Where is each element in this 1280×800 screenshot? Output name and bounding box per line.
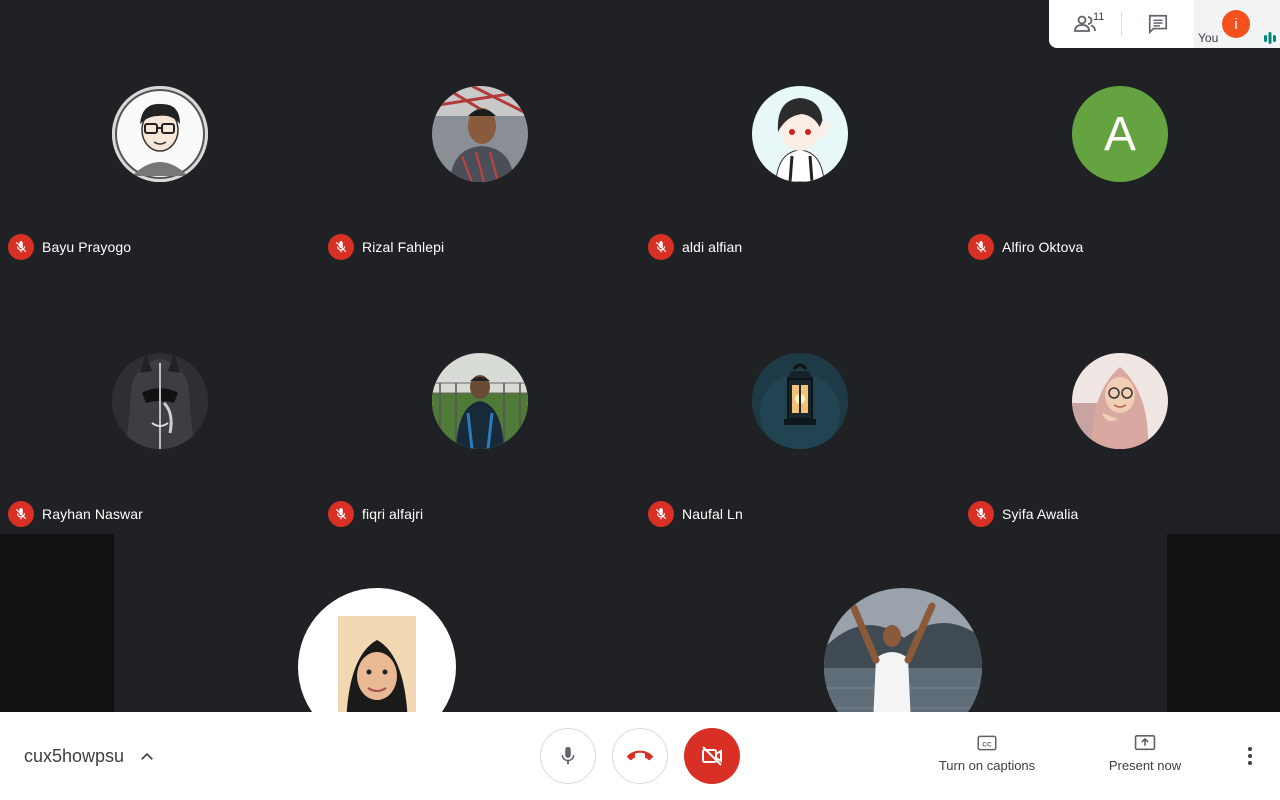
participant-avatar xyxy=(432,353,528,449)
participant-tile[interactable]: aldi alfian xyxy=(640,0,960,267)
chat-icon xyxy=(1148,14,1168,35)
chat-button[interactable] xyxy=(1122,0,1194,48)
mic-off-icon xyxy=(328,234,354,260)
meeting-topbar: 11 i You xyxy=(1049,0,1280,48)
participant-avatar xyxy=(112,86,208,182)
participant-avatar xyxy=(752,86,848,182)
participant-tile[interactable]: Bayu Prayogo xyxy=(0,0,320,267)
participant-avatar xyxy=(112,353,208,449)
participant-tile[interactable]: Rayhan Naswar xyxy=(0,267,320,534)
chevron-up-icon[interactable] xyxy=(138,748,156,766)
more-vert-icon xyxy=(1248,747,1252,765)
meeting-code[interactable]: cux5howpsu xyxy=(24,746,124,767)
captions-label: Turn on captions xyxy=(938,758,1036,773)
participant-tile[interactable]: Naufal Ln xyxy=(640,267,960,534)
participant-avatar xyxy=(752,353,848,449)
participant-avatar: A xyxy=(1072,86,1168,182)
participant-name: Alfiro Oktova xyxy=(1002,239,1084,255)
participant-name: aldi alfian xyxy=(682,239,743,255)
camera-off-icon xyxy=(702,746,722,766)
meeting-controls: cux5howpsu CC Turn on captions Present n… xyxy=(0,712,1280,800)
microphone-button[interactable] xyxy=(540,728,596,784)
mic-off-icon xyxy=(648,234,674,260)
self-label: You xyxy=(1198,31,1219,45)
participant-name: Syifa Awalia xyxy=(1002,506,1079,522)
mic-off-icon xyxy=(8,501,34,527)
mic-off-icon xyxy=(328,501,354,527)
letterbox-right xyxy=(1167,534,1280,712)
participant-tile[interactable]: fiqri alfajri xyxy=(320,267,640,534)
mic-off-icon xyxy=(968,501,994,527)
mic-off-icon xyxy=(8,234,34,260)
participant-tile[interactable]: Rizal Fahlepi xyxy=(320,0,640,267)
letterbox-left xyxy=(0,534,114,712)
hang-up-icon xyxy=(627,750,653,761)
mic-icon xyxy=(561,746,575,765)
participant-name: Naufal Ln xyxy=(682,506,743,522)
more-options-button[interactable] xyxy=(1238,744,1262,768)
captions-button[interactable]: CC Turn on captions xyxy=(935,734,1039,773)
participant-grid: Bayu Prayogo Rizal Fahlepi aldi alfian A… xyxy=(0,0,1280,534)
participant-name: Rizal Fahlepi xyxy=(362,239,445,255)
present-label: Present now xyxy=(1108,758,1182,773)
participant-row-bottom xyxy=(0,534,1280,746)
participant-avatar xyxy=(1072,353,1168,449)
participant-name: fiqri alfajri xyxy=(362,506,424,522)
closed-captions-icon: CC xyxy=(977,735,997,751)
participant-tile[interactable]: Syifa Awalia xyxy=(960,267,1280,534)
participant-count: 11 xyxy=(1093,11,1105,23)
leave-call-button[interactable] xyxy=(612,728,668,784)
present-screen-icon xyxy=(1134,734,1156,751)
avatar-initial: A xyxy=(1103,107,1136,161)
participant-avatar xyxy=(432,86,528,182)
participant-name: Rayhan Naswar xyxy=(42,506,143,522)
svg-text:CC: CC xyxy=(982,741,992,748)
self-avatar: i xyxy=(1222,10,1250,38)
audio-level-icon xyxy=(1264,32,1276,44)
self-view[interactable]: i You xyxy=(1194,0,1280,48)
participant-name: Bayu Prayogo xyxy=(42,239,132,255)
mic-off-icon xyxy=(648,501,674,527)
camera-button[interactable] xyxy=(684,728,740,784)
mic-off-icon xyxy=(968,234,994,260)
present-button[interactable]: Present now xyxy=(1106,734,1184,773)
participants-button[interactable]: 11 xyxy=(1049,0,1121,48)
